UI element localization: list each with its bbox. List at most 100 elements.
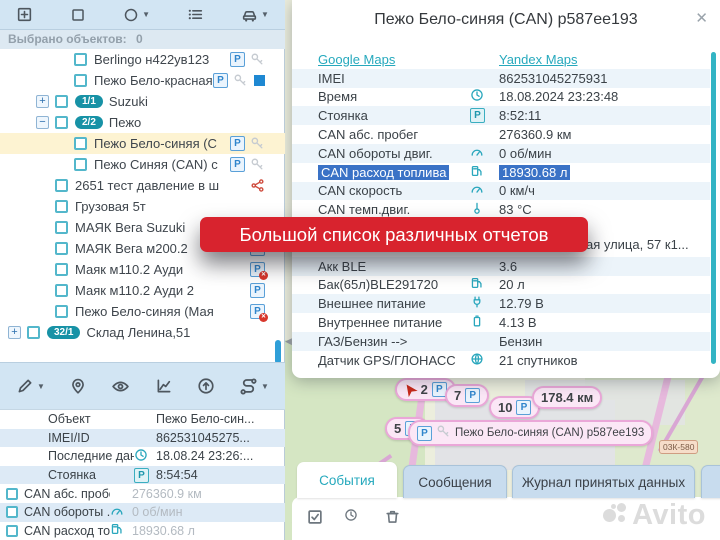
left-panel: ▼▼ Выбрано объектов: 0 Berlingo н422ув12… — [0, 0, 285, 540]
add-object-button[interactable] — [16, 6, 33, 23]
tree-row[interactable]: Грузовая 5т — [0, 196, 285, 217]
tree-row[interactable]: Маяк м110.2 Ауди 2P — [0, 280, 285, 301]
tree-row[interactable]: −2/2Пежо — [0, 112, 285, 133]
tree-row[interactable]: Пежо Бело-синяя (СP — [0, 133, 285, 154]
tree-row[interactable]: 2651 тест давление в ш — [0, 175, 285, 196]
tree-item-label[interactable]: Berlingo н422ув123 — [94, 52, 209, 67]
tree-expander[interactable]: + — [8, 326, 21, 339]
tree-item-label[interactable]: Пежо — [109, 115, 141, 130]
locate-button[interactable] — [69, 377, 87, 395]
tree-checkbox[interactable] — [55, 116, 68, 129]
tree-checkbox[interactable] — [74, 74, 87, 87]
tree-item-label[interactable]: Склад Ленина,51 — [86, 325, 190, 340]
tree-checkbox[interactable] — [74, 53, 87, 66]
tree-item-label[interactable]: 2651 тест давление в ш — [75, 178, 219, 193]
detail-checkbox[interactable] — [6, 525, 18, 537]
tree-item-label[interactable]: Пежо Бело-синяя (Мая — [75, 304, 214, 319]
popup-row: Акк BLE3.6 — [292, 257, 710, 276]
tab-events[interactable]: События — [297, 462, 397, 498]
tree-item-label[interactable]: Пежо Бело-красная — [94, 73, 213, 88]
vehicle-filter-button[interactable]: ▼ — [241, 6, 269, 23]
tree-checkbox[interactable] — [55, 179, 68, 192]
upload-icon — [197, 377, 215, 395]
google-maps-link[interactable]: Google Maps — [318, 52, 499, 67]
popup-scrollbar-thumb[interactable] — [711, 52, 716, 364]
parking-icon: P — [516, 400, 531, 415]
key-icon — [250, 52, 265, 67]
select-area-button[interactable] — [70, 7, 86, 23]
pin-icon — [69, 377, 87, 395]
export-button[interactable] — [197, 377, 215, 395]
select-radius-button[interactable]: ▼ — [123, 7, 150, 23]
yandex-maps-link[interactable]: Yandex Maps — [499, 52, 578, 67]
connection-indicator — [254, 75, 265, 86]
watermark-logo-dots — [603, 503, 629, 529]
detail-checkbox[interactable] — [6, 506, 18, 518]
tree-checkbox[interactable] — [55, 305, 68, 318]
map-badge-bname[interactable]: PПежо Бело-синяя (CAN) p587ee193 — [408, 420, 653, 446]
popup-row-label: Стоянка — [292, 108, 470, 123]
watch-button[interactable] — [111, 377, 130, 396]
close-icon[interactable]: ✕ — [695, 9, 708, 27]
tree-item-label[interactable]: МАЯК Вега Suzuki — [75, 220, 185, 235]
tree-row[interactable]: +1/1Suzuki — [0, 91, 285, 112]
vehicle-arrow-icon: ➤ — [401, 380, 421, 399]
tree-row[interactable]: +32/1Склад Ленина,51 — [0, 322, 285, 343]
promo-banner-text: Большой список различных отчетов — [239, 224, 548, 246]
popup-row-label: IMEI — [292, 71, 470, 86]
tree-row[interactable]: Пежо Бело-синяя (Мая P — [0, 301, 285, 322]
route-button[interactable]: ▼ — [239, 377, 269, 396]
tree-item-label[interactable]: Грузовая 5т — [75, 199, 146, 214]
tree-expander[interactable]: − — [36, 116, 49, 129]
detail-label: IMEI/ID — [24, 431, 134, 445]
check-square-icon[interactable] — [306, 508, 324, 531]
tree-row[interactable]: Пежо Синяя (CAN) сP — [0, 154, 285, 175]
tree-item-label[interactable]: Пежо Синяя (CAN) с — [94, 157, 218, 172]
parking-off-icon: P — [250, 304, 265, 319]
map-badge-text: 5 — [394, 421, 401, 436]
tree-item-label[interactable]: Suzuki — [109, 94, 148, 109]
map-badge-b7[interactable]: 7P — [445, 384, 489, 407]
tree-checkbox[interactable] — [55, 242, 68, 255]
tree-row[interactable]: Berlingo н422ув123P — [0, 49, 285, 70]
tree-checkbox[interactable] — [55, 221, 68, 234]
tree-item-label[interactable]: Пежо Бело-синяя (С — [94, 136, 217, 151]
popup-row-value: 83 °C — [499, 202, 532, 217]
tab-partial[interactable] — [701, 465, 720, 498]
detail-row: CAN расход то18930.68 л — [0, 522, 285, 540]
clock-icon[interactable] — [344, 508, 358, 527]
popup-row-value: 18930.68 л — [499, 165, 570, 180]
tree-checkbox[interactable] — [55, 263, 68, 276]
tree-checkbox[interactable] — [74, 137, 87, 150]
tree-expander[interactable]: + — [36, 95, 49, 108]
tree-checkbox[interactable] — [55, 200, 68, 213]
tree-checkbox[interactable] — [55, 95, 68, 108]
chart-button[interactable] — [155, 377, 173, 395]
popup-row-label: Акк BLE — [292, 259, 470, 274]
popup-row-label: Внешнее питание — [292, 296, 470, 311]
tree-checkbox[interactable] — [55, 284, 68, 297]
tree-row[interactable]: Маяк м110.2 АудиP — [0, 259, 285, 280]
map-badge-text: Пежо Бело-синяя (CAN) p587ee193 — [455, 427, 644, 439]
detail-checkbox[interactable] — [6, 488, 18, 500]
trash-icon[interactable] — [384, 508, 401, 530]
tree-row[interactable]: Пежо Бело-краснаяP — [0, 70, 285, 91]
tree-checkbox[interactable] — [27, 326, 40, 339]
tree-checkbox[interactable] — [74, 158, 87, 171]
popup-row: Внешнее питание12.79 В — [292, 294, 710, 313]
panel-collapse-arrow[interactable]: ◀ — [285, 336, 292, 347]
tab-messages[interactable]: Сообщения — [403, 465, 507, 498]
tree-item-label[interactable]: Маяк м110.2 Ауди — [75, 262, 183, 277]
map-badge-dist[interactable]: 178.4 км — [532, 386, 602, 409]
circle-icon — [123, 7, 139, 23]
list-view-button[interactable] — [187, 6, 204, 23]
tree-scrollbar-thumb[interactable] — [275, 340, 281, 364]
detail-row: СтоянкаP8:54:54 — [0, 466, 285, 485]
tree-item-label[interactable]: Маяк м110.2 Ауди 2 — [75, 283, 194, 298]
tree-item-label[interactable]: МАЯК Вега м200.2 — [75, 241, 188, 256]
route-icon — [239, 377, 258, 396]
tab-journal[interactable]: Журнал принятых данных — [512, 465, 695, 498]
popup-row-value: 0 об/мин — [499, 146, 552, 161]
edit-button[interactable]: ▼ — [16, 377, 45, 395]
parking-icon: P — [470, 108, 485, 123]
